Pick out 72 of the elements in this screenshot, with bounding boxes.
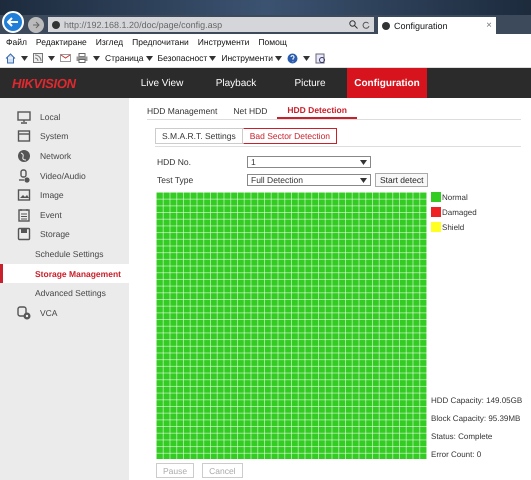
- sub-tab[interactable]: S.M.A.R.T. Settings: [155, 128, 243, 144]
- caret-icon: [48, 56, 55, 60]
- logo: HIKVISION: [11, 74, 78, 92]
- window-icon: [17, 129, 31, 144]
- chevron-icon: [360, 178, 367, 182]
- start-detect-button[interactable]: Start detect: [375, 173, 428, 187]
- menu-item[interactable]: Помощ: [258, 36, 287, 46]
- legend-label: Shield: [442, 222, 464, 232]
- browser-tab[interactable]: Configuration ×: [378, 17, 496, 34]
- menu-item[interactable]: Инструменти: [198, 36, 250, 46]
- forward-button[interactable]: [28, 16, 44, 32]
- tab[interactable]: Net HDD: [233, 103, 268, 119]
- field-label: HDD No.: [157, 157, 192, 167]
- info-text: HDD Capacity: 149.05GB: [431, 396, 524, 405]
- hdd-select[interactable]: 1: [247, 156, 371, 168]
- home-icon[interactable]: [5, 52, 16, 64]
- printer-icon[interactable]: [76, 53, 88, 63]
- caret-icon: [209, 56, 216, 60]
- sidebar-subitem[interactable]: Schedule Settings: [0, 244, 129, 264]
- site-icon: [382, 22, 390, 30]
- sidebar-item[interactable]: Local: [0, 107, 129, 127]
- command-menu[interactable]: Страница: [105, 53, 153, 63]
- command-menu[interactable]: Безопасност: [158, 53, 216, 63]
- menu-item[interactable]: Файл: [6, 36, 27, 46]
- caret-icon: [274, 56, 282, 60]
- field-label: Test Type: [157, 175, 194, 185]
- menu-item[interactable]: Предпочитани: [132, 36, 189, 46]
- close-tab-button[interactable]: ×: [486, 20, 492, 31]
- nav-tab[interactable]: Live View: [125, 68, 199, 98]
- floppy-icon: [17, 227, 31, 242]
- sidebar-item[interactable]: Network: [0, 146, 129, 166]
- menu-item[interactable]: Редактиране: [36, 36, 87, 46]
- search-icon[interactable]: [349, 20, 358, 29]
- address-field[interactable]: http://192.168.1.20/doc/page/config.asp: [48, 17, 374, 32]
- nav-tab[interactable]: Playback: [199, 68, 273, 98]
- sidebar-item[interactable]: Event: [0, 204, 129, 225]
- globe-icon: [17, 148, 31, 163]
- sub-tab[interactable]: Bad Sector Detection: [242, 128, 338, 144]
- sidebar-subitem[interactable]: Storage Management: [0, 264, 129, 284]
- sidebar-subitem[interactable]: Advanced Settings: [0, 283, 129, 303]
- info-text: Error Count: 0: [431, 450, 482, 459]
- info-text: Block Capacity: 95.39MB: [431, 414, 522, 423]
- info-text: Status: Complete: [431, 432, 494, 441]
- image-icon: [17, 188, 31, 202]
- mail-icon[interactable]: [60, 54, 71, 62]
- site-icon: [52, 20, 60, 28]
- nav-tab[interactable]: Configuration: [347, 68, 427, 98]
- tab[interactable]: HDD Detection: [277, 103, 357, 119]
- caret-icon: [302, 56, 310, 60]
- caret-icon: [21, 56, 28, 60]
- forward-arrow-icon: [32, 20, 40, 28]
- caret-icon: [93, 56, 100, 60]
- chevron-icon: [360, 160, 367, 164]
- feed-icon[interactable]: [33, 53, 43, 63]
- nav-tab[interactable]: Picture: [273, 68, 347, 98]
- calendar-icon: [17, 208, 31, 222]
- sidebar-item[interactable]: System: [0, 126, 129, 146]
- sidebar-item[interactable]: Storage: [0, 224, 129, 244]
- monitor-icon: [17, 110, 31, 124]
- command-menu[interactable]: Инструменти: [221, 53, 282, 63]
- legend-label: Normal: [442, 192, 468, 202]
- tab[interactable]: HDD Management: [147, 103, 218, 119]
- caret-icon: [146, 56, 153, 60]
- menu-item[interactable]: Изглед: [96, 36, 124, 46]
- sidebar-item[interactable]: VCA: [0, 302, 129, 323]
- refresh-icon[interactable]: [362, 20, 370, 28]
- sidebar-item[interactable]: Image: [0, 185, 129, 205]
- back-arrow-icon: [7, 16, 19, 26]
- test-type-select[interactable]: Full Detection: [247, 174, 371, 186]
- help-icon[interactable]: [286, 52, 298, 64]
- sidebar-item[interactable]: Video/Audio: [0, 166, 129, 186]
- legend-label: Damaged: [442, 208, 477, 216]
